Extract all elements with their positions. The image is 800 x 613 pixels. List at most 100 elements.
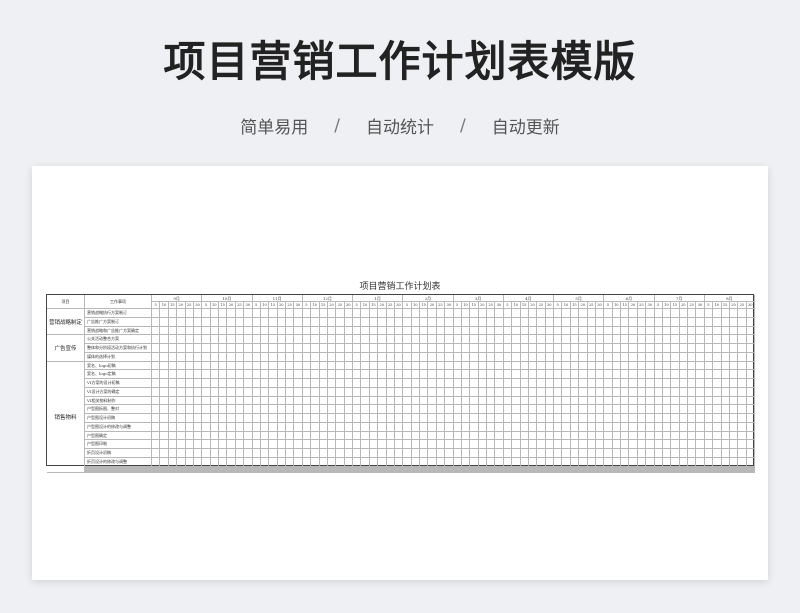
schedule-cell: [528, 414, 538, 423]
schedule-cell: [478, 471, 487, 473]
schedule-cell: [269, 422, 278, 432]
day-header: 10: [662, 302, 672, 309]
schedule-cell: [704, 387, 714, 397]
schedule-cell: [411, 414, 420, 423]
schedule-cell: [537, 387, 546, 397]
schedule-cell: [185, 352, 194, 362]
schedule-cell: [679, 379, 688, 388]
schedule-cell: [152, 370, 161, 380]
schedule-cell: [646, 422, 655, 432]
schedule-cell: [637, 387, 647, 397]
schedule-cell: [646, 326, 655, 336]
schedule-cell: [671, 335, 680, 345]
schedule-cell: [729, 396, 739, 406]
schedule-cell: [394, 422, 404, 432]
schedule-cell: [185, 379, 194, 388]
schedule-cell: [704, 405, 714, 415]
schedule-cell: [537, 352, 546, 362]
day-header: 25: [336, 302, 345, 309]
schedule-cell: [428, 422, 437, 432]
schedule-cell: [629, 317, 638, 327]
schedule-cell: [688, 326, 697, 336]
schedule-cell: [152, 335, 161, 345]
schedule-cell: [369, 431, 379, 441]
schedule-cell: [378, 309, 387, 318]
schedule-cell: [193, 379, 203, 388]
schedule-cell: [512, 335, 521, 345]
schedule-cell: [286, 344, 295, 353]
schedule-cell: [713, 387, 722, 397]
schedule-cell: [679, 431, 688, 441]
schedule-cell: [520, 471, 529, 473]
schedule-cell: [436, 458, 446, 467]
schedule-cell: [327, 335, 337, 345]
day-header: 5: [453, 302, 462, 309]
schedule-cell: [478, 449, 487, 459]
schedule-cell: [235, 471, 245, 473]
schedule-cell: [545, 458, 554, 467]
schedule-cell: [696, 352, 705, 362]
schedule-cell: [436, 431, 446, 441]
schedule-cell: [612, 422, 621, 432]
schedule-cell: [411, 326, 420, 336]
schedule-cell: [286, 440, 295, 450]
schedule-cell: [411, 370, 420, 380]
schedule-cell: [403, 326, 412, 336]
schedule-cell: [579, 440, 588, 450]
schedule-cell: [453, 352, 462, 362]
schedule-cell: [428, 344, 437, 353]
schedule-cell: [160, 440, 169, 450]
schedule-cell: [428, 370, 437, 380]
schedule-cell: [570, 431, 580, 441]
schedule-cell: [210, 440, 219, 450]
schedule-cell: [152, 422, 161, 432]
schedule-cell: [436, 335, 446, 345]
schedule-cell: [713, 431, 722, 441]
day-header: 30: [344, 302, 353, 309]
schedule-cell: [654, 335, 663, 345]
schedule-cell: [319, 361, 328, 371]
schedule-cell: [386, 352, 395, 362]
schedule-cell: [579, 352, 588, 362]
schedule-cell: [269, 379, 278, 388]
schedule-cell: [570, 309, 580, 318]
schedule-cell: [637, 440, 647, 450]
schedule-cell: [537, 309, 546, 318]
schedule-cell: [353, 440, 362, 450]
schedule-cell: [637, 458, 647, 467]
schedule-cell: [428, 471, 437, 473]
schedule-cell: [353, 335, 362, 345]
schedule-cell: [746, 414, 755, 423]
schedule-cell: [478, 431, 487, 441]
schedule-cell: [520, 405, 529, 415]
schedule-cell: [327, 396, 337, 406]
schedule-cell: [286, 379, 295, 388]
schedule-cell: [219, 361, 228, 371]
schedule-cell: [202, 335, 211, 345]
schedule-cell: [545, 440, 554, 450]
schedule-cell: [470, 405, 479, 415]
schedule-cell: [394, 396, 404, 406]
schedule-cell: [570, 344, 580, 353]
schedule-cell: [662, 361, 672, 371]
schedule-cell: [637, 335, 647, 345]
schedule-cell: [411, 309, 420, 318]
schedule-cell: [453, 431, 462, 441]
schedule-cell: [621, 317, 630, 327]
schedule-cell: [587, 471, 596, 473]
schedule-cell: [378, 370, 387, 380]
schedule-cell: [210, 471, 219, 473]
schedule-cell: [210, 405, 219, 415]
day-header: 25: [436, 302, 446, 309]
schedule-cell: [478, 396, 487, 406]
schedule-cell: [646, 387, 655, 397]
schedule-cell: [570, 405, 580, 415]
schedule-cell: [344, 471, 353, 473]
schedule-cell: [420, 370, 429, 380]
schedule-cell: [319, 326, 328, 336]
schedule-cell: [160, 352, 169, 362]
schedule-cell: [637, 414, 647, 423]
schedule-cell: [369, 396, 379, 406]
schedule-cell: [738, 440, 747, 450]
schedule-cell: [587, 317, 596, 327]
